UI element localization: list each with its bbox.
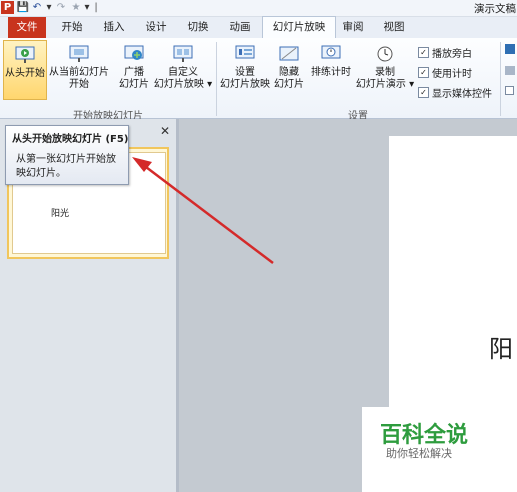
watermark-subtitle: 助你轻松解决: [386, 447, 452, 460]
watermark-logo: 百科全说 助你轻松解决: [362, 407, 517, 492]
